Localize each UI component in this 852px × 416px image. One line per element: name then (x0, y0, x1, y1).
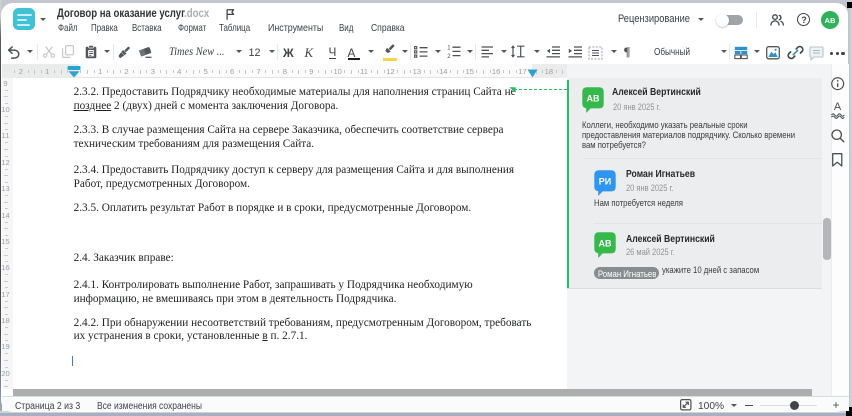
svg-text:АВ: АВ (599, 239, 612, 249)
svg-text:1: 1 (447, 46, 451, 52)
svg-text:АВ: АВ (587, 94, 600, 104)
svg-text:РИ: РИ (599, 176, 611, 186)
